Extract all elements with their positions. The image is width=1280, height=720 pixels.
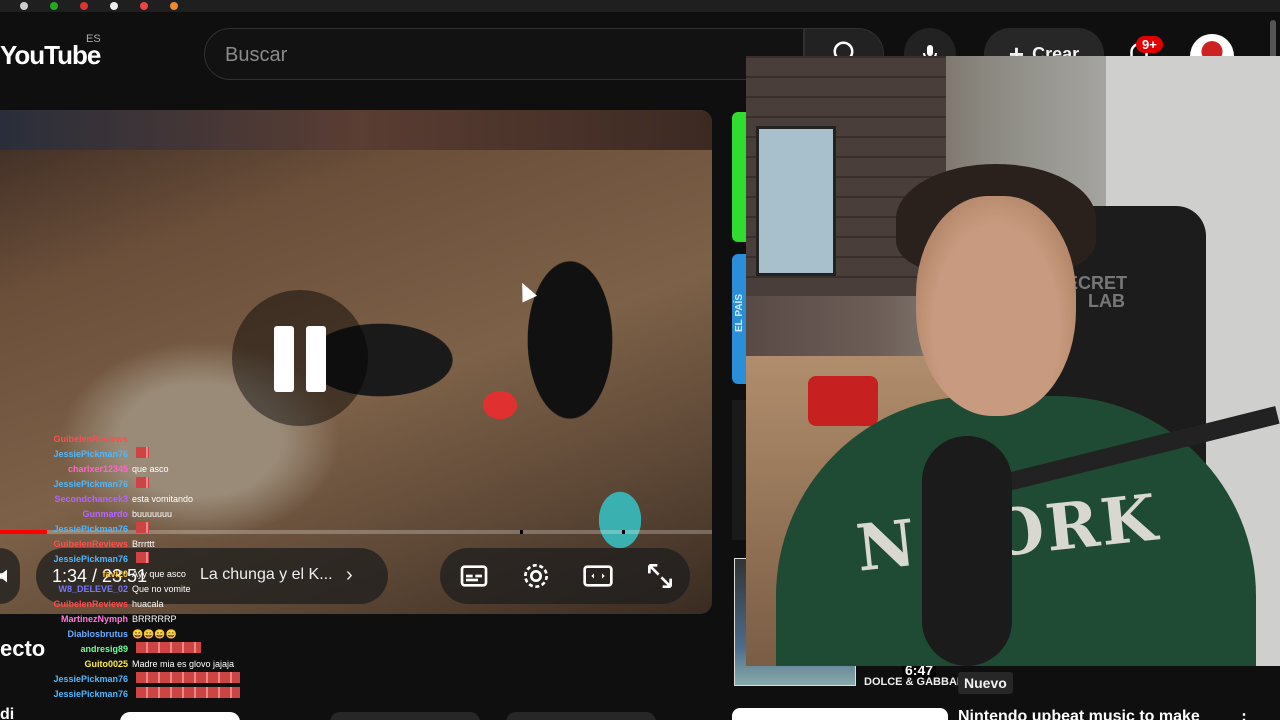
action-chip[interactable] <box>330 712 480 720</box>
recommendation-title[interactable]: Nintendo upbeat music to make <box>958 708 1200 720</box>
bookmark-item[interactable] <box>140 2 148 10</box>
chat-message: GuibelenReviews <box>0 432 260 447</box>
new-badge: Nuevo <box>958 672 1013 694</box>
chat-username[interactable]: W8_DELEVE_02 <box>0 582 128 597</box>
thumbnail-label: EL PAÍS <box>734 294 745 332</box>
video-frame-top <box>0 110 712 150</box>
bookmark-item[interactable] <box>20 2 28 10</box>
chat-message: JessiePickman76 <box>0 522 260 537</box>
pause-icon <box>306 326 326 392</box>
emote-icon <box>136 522 149 533</box>
youtube-play-button-decor <box>808 376 878 426</box>
chapter-marker <box>520 530 523 534</box>
bookmarks-bar <box>0 0 1280 12</box>
chat-message: JessiePickman76 <box>0 477 260 492</box>
emote-icon <box>136 672 240 683</box>
bookmark-item[interactable] <box>50 2 58 10</box>
chat-text: huacala <box>132 599 164 609</box>
chat-message: favi20 Ayy que asco <box>0 567 260 582</box>
chat-message: MartinezNymph BRRRRRP <box>0 612 260 627</box>
fullscreen-icon[interactable] <box>644 560 676 592</box>
chat-username[interactable]: JessiePickman76 <box>0 447 128 462</box>
chat-username[interactable]: Gunmardo <box>0 507 128 522</box>
page-scrollbar[interactable] <box>1270 20 1276 60</box>
chat-message: JessiePickman76 <box>0 687 260 702</box>
thumbnail-brand-text: DOLCE & GABBANA <box>864 676 973 688</box>
emote-icon <box>136 687 240 698</box>
more-options-icon[interactable]: ⋮ <box>1236 710 1252 720</box>
chat-text: Madre mia es glovo jajaja <box>132 659 235 669</box>
chat-username[interactable]: favi20 <box>0 567 128 582</box>
emote-icon <box>136 552 149 563</box>
chat-username[interactable]: MartinezNymph <box>0 612 128 627</box>
subtitles-icon[interactable] <box>458 560 490 592</box>
pause-overlay[interactable] <box>232 290 368 426</box>
chat-text: esta vomitando <box>132 494 194 504</box>
chat-username[interactable]: GuibelenReviews <box>0 432 128 447</box>
chat-text: 😄😄😄😄 <box>132 629 177 639</box>
theater-mode-icon[interactable] <box>582 560 614 592</box>
chat-username[interactable]: GuibelenReviews <box>0 597 128 612</box>
stream-chat-overlay: GuibelenReviews JessiePickman76 charlxer12… <box>0 432 260 720</box>
emote-icon <box>136 642 201 653</box>
chapter-marker <box>622 530 625 534</box>
chat-username[interactable]: JessiePickman76 <box>0 552 128 567</box>
chat-text: que asco <box>132 464 169 474</box>
streamer-face <box>916 196 1076 416</box>
chat-message: GuibelenReviews huacala <box>0 597 260 612</box>
pause-icon <box>274 326 294 392</box>
chat-username[interactable]: JessiePickman76 <box>0 687 128 702</box>
emote-icon <box>136 447 149 458</box>
bookmark-item[interactable] <box>170 2 178 10</box>
action-chip[interactable] <box>506 712 656 720</box>
chat-username[interactable]: Secondchancek3 <box>0 492 128 507</box>
search-box <box>204 28 804 80</box>
chat-message: JessiePickman76 <box>0 672 260 687</box>
chat-text: Brrrttt <box>132 539 155 549</box>
chat-message: Secondchancek3 esta vomitando <box>0 492 260 507</box>
background-monitor <box>756 126 836 276</box>
emote-icon <box>136 477 149 488</box>
chat-text: Ayy que asco <box>132 569 186 579</box>
chat-username[interactable]: JessiePickman76 <box>0 477 128 492</box>
chat-username[interactable]: JessiePickman76 <box>0 672 128 687</box>
action-chip[interactable] <box>120 712 240 720</box>
chat-message: JessiePickman76 <box>0 447 260 462</box>
microphone <box>922 436 1012 666</box>
channel-name[interactable]: di <box>0 706 14 720</box>
chat-username[interactable]: charlxer12345 <box>0 462 128 477</box>
screen: YouTube ES + Crear 9+ 1:34 / 23:51 La ch… <box>0 0 1280 720</box>
settings-gear-icon[interactable] <box>520 560 552 592</box>
chevron-right-icon[interactable]: › <box>346 564 353 587</box>
chat-message: Gunmardo buuuuuuu <box>0 507 260 522</box>
chat-message: W8_DELEVE_02 Que no vomite <box>0 582 260 597</box>
streamer-webcam: ECRET LAB N YORK <box>746 56 1280 666</box>
search-input[interactable] <box>225 43 785 67</box>
notification-badge: 9+ <box>1136 36 1163 53</box>
chat-text: buuuuuuu <box>132 509 173 519</box>
bookmark-item[interactable] <box>80 2 88 10</box>
chat-text: Que no vomite <box>132 584 191 594</box>
country-code: ES <box>86 33 101 45</box>
chat-username[interactable]: JessiePickman76 <box>0 522 128 537</box>
recommendation-thumbnail[interactable] <box>732 708 948 720</box>
chat-message: GuibelenReviews Brrrttt <box>0 537 260 552</box>
chat-message: JessiePickman76 <box>0 552 260 567</box>
chat-text: BRRRRRP <box>132 614 177 624</box>
video-title: ecto <box>0 636 46 661</box>
bookmark-item[interactable] <box>110 2 118 10</box>
chat-username[interactable]: GuibelenReviews <box>0 537 128 552</box>
chat-message: charlxer12345 que asco <box>0 462 260 477</box>
